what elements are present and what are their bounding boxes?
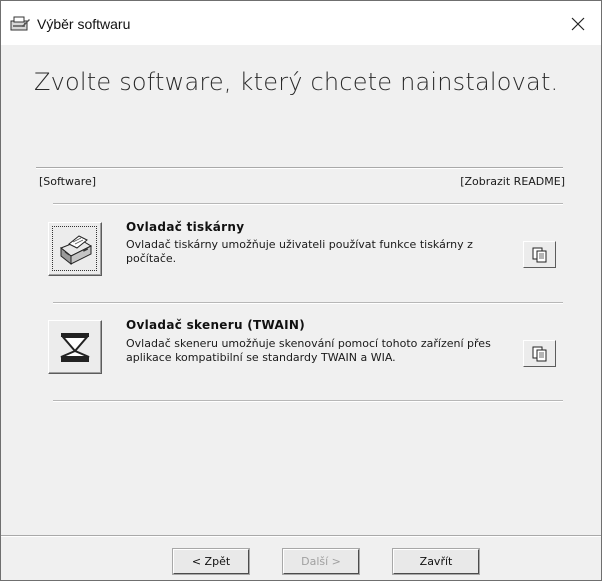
title-bar: Výběr softwaru <box>1 1 601 45</box>
readme-documents-icon <box>532 247 546 262</box>
list-divider-bottom <box>53 400 563 402</box>
printer-driver-title: Ovladač tiskárny <box>126 220 245 234</box>
readme-documents-icon <box>532 346 546 361</box>
back-button[interactable]: < Zpět <box>173 549 249 574</box>
window-title: Výběr softwaru <box>37 16 131 32</box>
footer-divider <box>1 535 601 537</box>
software-column-label: [Software] <box>39 175 97 188</box>
printer-icon <box>60 235 93 266</box>
scanner-driver-title: Ovladač skeneru (TWAIN) <box>126 318 306 332</box>
scanner-readme-button[interactable] <box>523 340 556 367</box>
printer-readme-button[interactable] <box>523 241 556 268</box>
printer-driver-button[interactable] <box>48 222 102 276</box>
next-button[interactable]: Další > <box>283 549 359 574</box>
readme-column-label: [Zobrazit README] <box>460 175 565 188</box>
close-window-button[interactable] <box>561 9 595 39</box>
installer-window: Výběr softwaru Zvolte software, který ch… <box>0 0 602 581</box>
list-divider-middle <box>53 302 563 304</box>
close-button[interactable]: Zavřít <box>393 549 479 574</box>
list-divider-top <box>53 203 563 205</box>
scanner-driver-button[interactable] <box>48 320 102 374</box>
application-icon <box>9 15 31 33</box>
printer-driver-description: Ovladač tiskárny umožňuje uživateli použ… <box>126 238 473 265</box>
scanner-driver-description: Ovladač skeneru umožňuje skenování pomoc… <box>126 337 491 364</box>
header-divider <box>36 167 563 169</box>
page-heading: Zvolte software, který chcete nainstalov… <box>34 68 559 96</box>
scanner-icon <box>60 333 90 362</box>
close-icon <box>571 17 585 31</box>
dialog-body: Zvolte software, který chcete nainstalov… <box>1 45 601 580</box>
